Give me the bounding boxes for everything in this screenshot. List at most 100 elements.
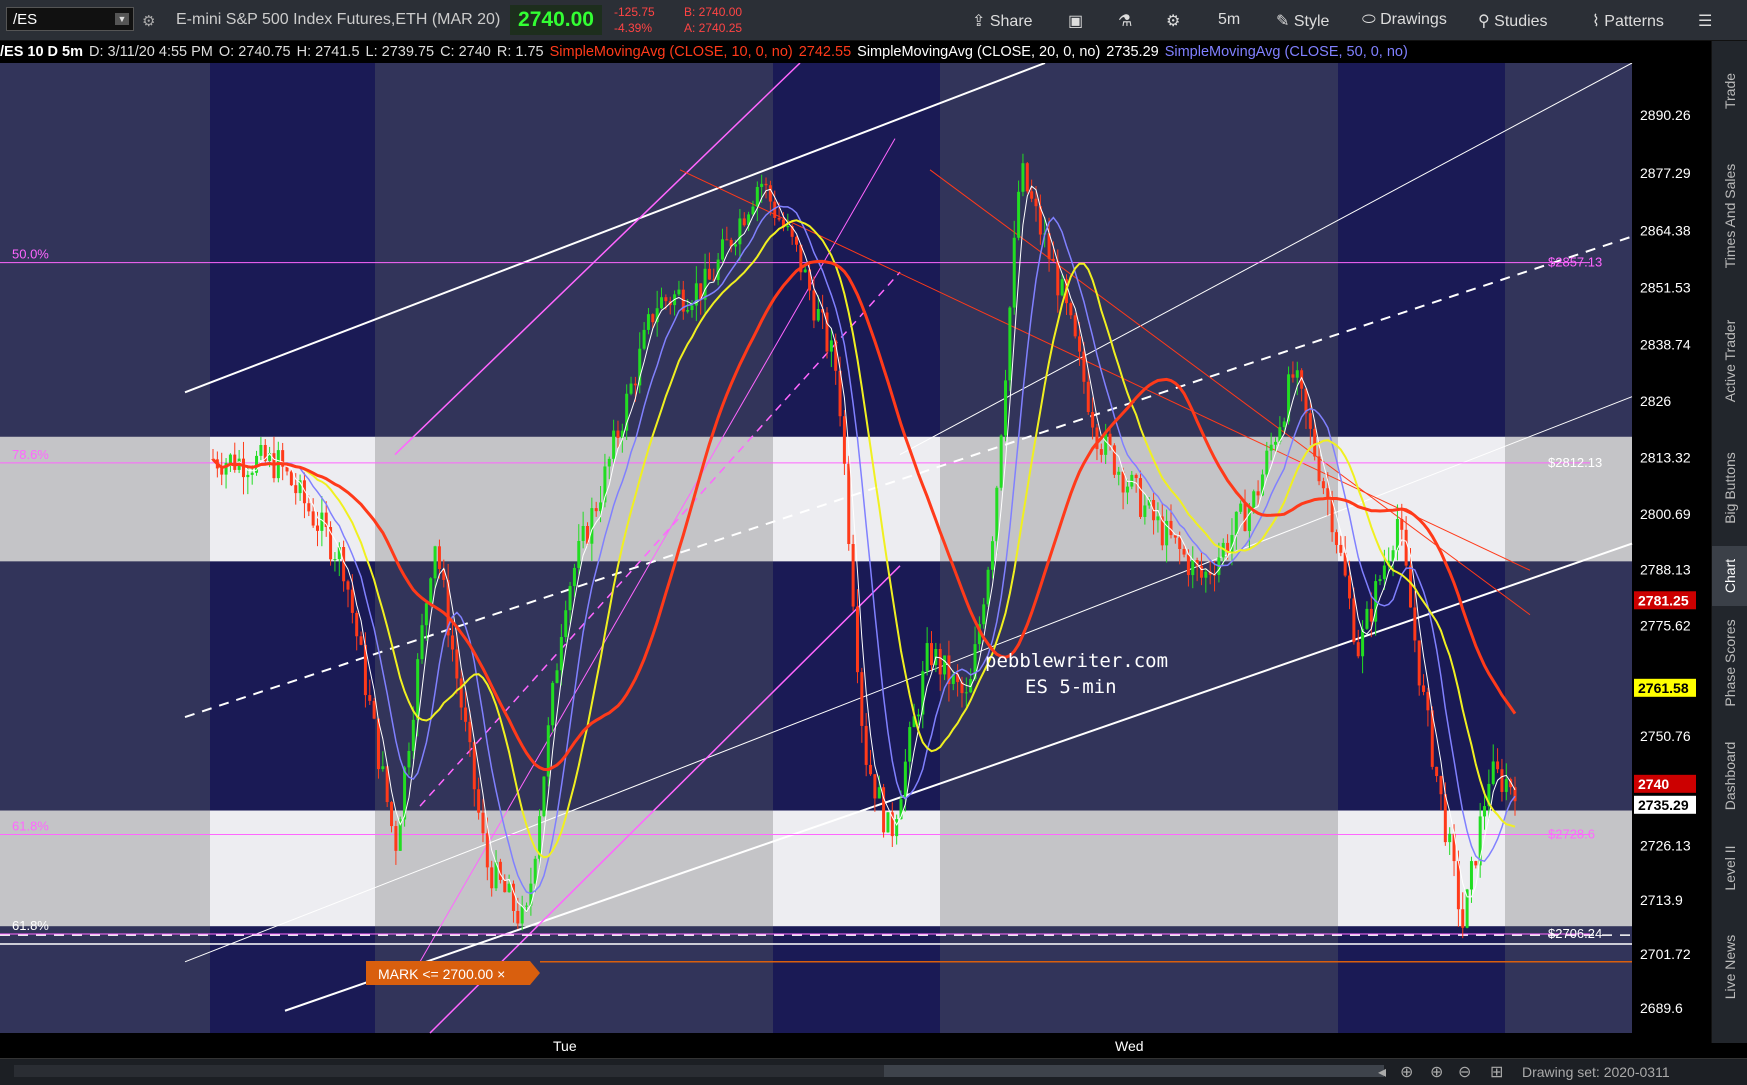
mark-alert[interactable]: MARK <= 2700.00 × xyxy=(366,961,540,985)
scroll-thumb[interactable] xyxy=(884,1065,1384,1077)
tab-times-and-sales[interactable]: Times And Sales xyxy=(1712,141,1747,291)
candle-body xyxy=(1308,413,1312,429)
tab-live-news[interactable]: Live News xyxy=(1712,907,1747,1027)
tab-big-buttons[interactable]: Big Buttons xyxy=(1712,433,1747,543)
fib-label-1: 78.6% xyxy=(12,447,49,462)
candle-body xyxy=(551,682,555,726)
settings-icon[interactable]: ⚙ xyxy=(142,12,155,30)
chevron-down-icon[interactable]: ▼ xyxy=(115,13,129,25)
candle-body xyxy=(1334,532,1338,545)
timeframe-button[interactable]: 5m xyxy=(1218,11,1240,29)
candle-body xyxy=(241,458,245,478)
candle-body xyxy=(677,289,681,295)
candle-body xyxy=(1021,163,1025,192)
candle-body xyxy=(572,567,576,587)
candle-body xyxy=(855,606,859,673)
tab-phase-scores[interactable]: Phase Scores xyxy=(1712,609,1747,717)
candle-body xyxy=(864,725,868,765)
gear-icon[interactable]: ⚙ xyxy=(1166,11,1180,31)
candle-body xyxy=(1426,691,1430,711)
candle-body xyxy=(707,268,711,280)
candle-body xyxy=(307,503,311,512)
candle-body xyxy=(220,468,224,475)
candle-body xyxy=(943,655,947,675)
studies-button[interactable]: ⚲ Studies xyxy=(1478,11,1548,31)
tab-label: Times And Sales xyxy=(1722,163,1738,269)
y-tick-label: 2813.32 xyxy=(1640,450,1691,466)
candle-body xyxy=(246,474,250,478)
tab-label: Dashboard xyxy=(1722,741,1738,811)
candle-body xyxy=(477,789,481,813)
patterns-icon: ⌇ xyxy=(1592,13,1600,30)
candle-body xyxy=(1365,608,1369,629)
candle-body xyxy=(1408,565,1412,608)
candle-body xyxy=(1012,237,1016,308)
sma10-value: 2742.55 xyxy=(798,44,852,60)
candle-body xyxy=(734,244,738,247)
tab-active-trader[interactable]: Active Trader xyxy=(1712,296,1747,426)
candle-body xyxy=(559,637,563,671)
y-axis-strip xyxy=(1632,63,1711,1058)
candle-body xyxy=(1265,450,1269,475)
candle-body xyxy=(1339,544,1343,553)
bar-date: D: 3/11/20 4:55 PM xyxy=(89,44,213,60)
zoom-in-icon[interactable]: ⊕ xyxy=(1430,1062,1443,1082)
candle-body xyxy=(568,586,572,611)
candle-body xyxy=(1435,766,1439,777)
candle-body xyxy=(1291,374,1295,378)
candle-body xyxy=(607,458,611,467)
tab-chart[interactable]: Chart xyxy=(1712,546,1747,606)
candle-body xyxy=(1422,685,1426,692)
candle-body xyxy=(564,610,568,638)
tab-level-ii[interactable]: Level II xyxy=(1712,833,1747,903)
scroll-left-icon[interactable]: ◂ xyxy=(1378,1062,1386,1082)
price-chart[interactable]: 50.0% $2857.13 78.6% $2812.13 61.8% $2728.6 61… xyxy=(0,62,1711,1063)
y-tick-label: 2851.53 xyxy=(1640,280,1691,296)
symbol-text: /ES xyxy=(13,11,38,28)
candle-body xyxy=(228,454,232,464)
candle-body xyxy=(860,672,864,726)
share-icon: ⇪ xyxy=(972,13,986,30)
style-button[interactable]: ✎ Style xyxy=(1276,11,1329,31)
candle-body xyxy=(346,581,350,590)
share-button[interactable]: ⇪ Share xyxy=(972,11,1033,31)
candle-body xyxy=(581,525,585,541)
tab-dashboard[interactable]: Dashboard xyxy=(1712,721,1747,831)
candle-body xyxy=(1395,518,1399,551)
candle-body xyxy=(359,636,363,645)
flask-icon[interactable]: ⚗ xyxy=(1118,11,1132,31)
price-tag-label-3: 2735.29 xyxy=(1638,797,1689,813)
candle-body xyxy=(1274,441,1278,445)
candle-body xyxy=(1099,449,1103,455)
candle-body xyxy=(1352,598,1356,643)
zone-top-2 xyxy=(375,436,773,562)
candle-body xyxy=(555,670,559,683)
chart-canvas[interactable]: 50.0% $2857.13 78.6% $2812.13 61.8% $2728.6 61… xyxy=(0,62,1711,1058)
candle-body xyxy=(995,487,999,542)
horizontal-scrollbar[interactable] xyxy=(14,1065,1384,1077)
bid-price: B: 2740.00 xyxy=(684,5,743,19)
candle-body xyxy=(1108,433,1112,446)
candle-body xyxy=(1252,491,1256,509)
zoom-out-icon[interactable]: ⊖ xyxy=(1458,1062,1471,1082)
crosshair-icon[interactable]: ⊞ xyxy=(1490,1062,1503,1082)
candle-body xyxy=(350,589,354,613)
patterns-button[interactable]: ⌇ Patterns xyxy=(1592,11,1664,31)
snapshot-icon[interactable]: ▣ xyxy=(1068,11,1083,31)
candle-body xyxy=(1483,806,1487,817)
candle-body xyxy=(725,239,729,241)
symbol-input[interactable]: /ES ▼ xyxy=(6,7,134,31)
candle-body xyxy=(316,525,320,531)
candle-body xyxy=(1008,307,1012,381)
drawings-button[interactable]: ⬭ Drawings xyxy=(1362,11,1447,29)
menu-icon[interactable]: ☰ xyxy=(1698,11,1712,31)
candle-body xyxy=(542,776,546,817)
candle-body xyxy=(1461,909,1465,928)
candle-body xyxy=(294,485,298,494)
candle-body xyxy=(1086,381,1090,413)
zoom-fit-icon[interactable]: ⊕ xyxy=(1400,1062,1413,1082)
candle-body xyxy=(612,430,616,459)
candle-body xyxy=(686,310,690,312)
candle-body xyxy=(1504,779,1508,792)
tab-trade[interactable]: Trade xyxy=(1712,43,1747,138)
